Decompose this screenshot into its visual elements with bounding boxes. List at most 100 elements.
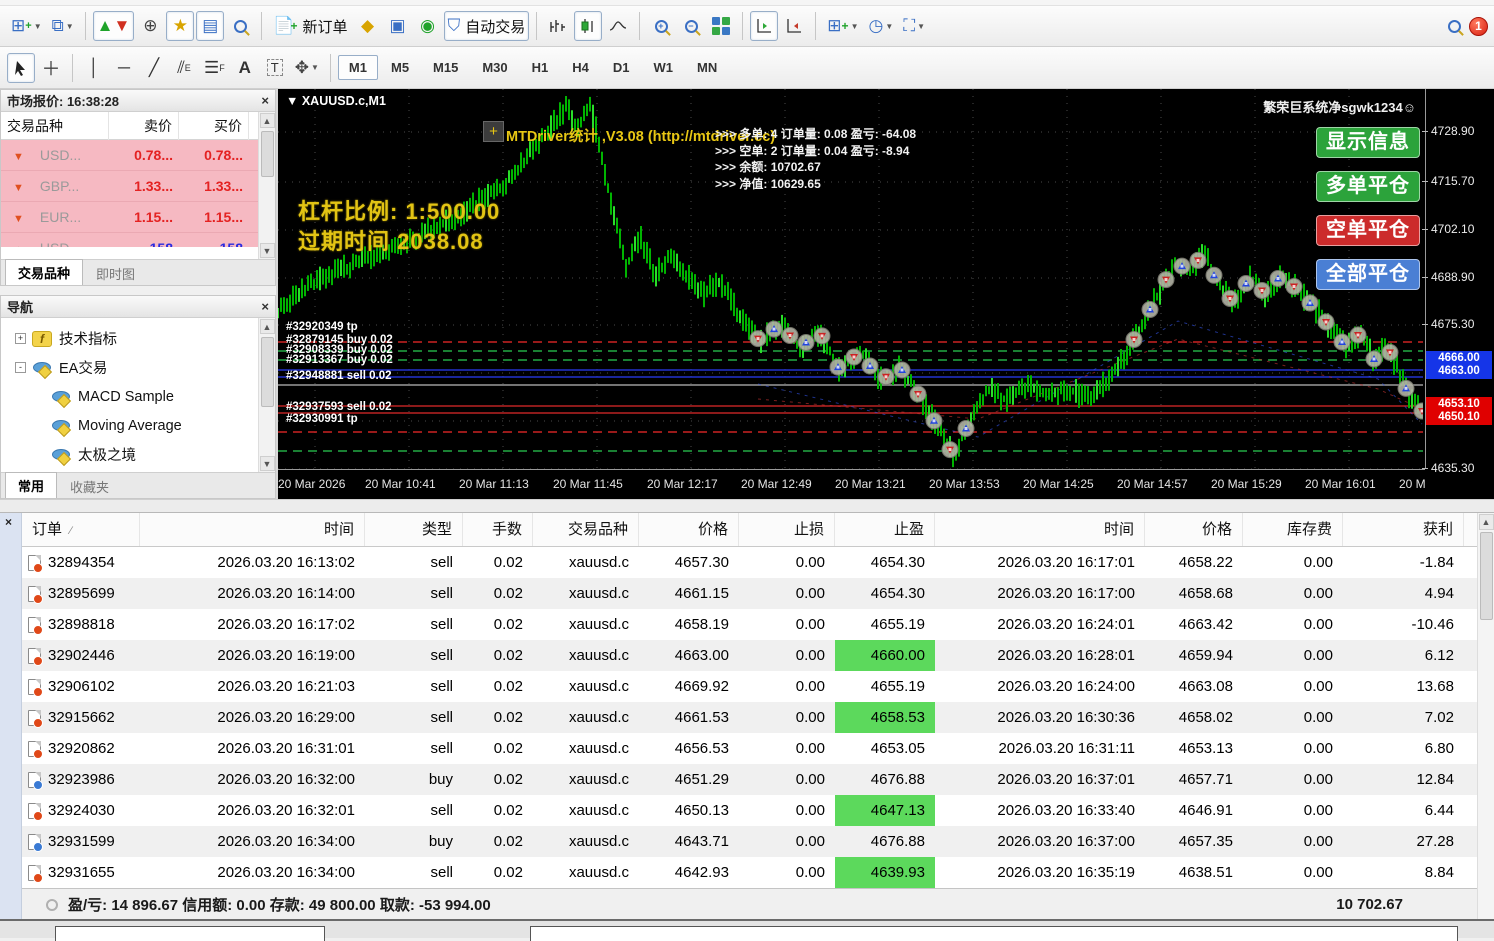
order-row-32924030[interactable]: 32924030 2026.03.20 16:32:01 sell 0.02 xauus…	[22, 795, 1477, 826]
column-symbol[interactable]: 交易品种	[1, 112, 109, 140]
zoom-in-button[interactable]: +	[647, 11, 675, 41]
zoom-out-button[interactable]: −	[677, 11, 705, 41]
ea-plus-icon[interactable]: +	[483, 121, 504, 142]
search-button[interactable]	[1440, 11, 1468, 41]
fibonacci-tool[interactable]: ☰ F	[200, 53, 229, 83]
chart-button-0[interactable]: 显示信息	[1316, 127, 1420, 158]
timeframe-mn[interactable]: MN	[686, 55, 728, 80]
scroll-down-icon[interactable]: ▼	[259, 243, 275, 258]
templates-button[interactable]: ⛶ ▼	[899, 11, 929, 41]
chart-window-xauusd-m1[interactable]: #32920349 tp #32879145 buy 0.02 #32908339 …	[278, 89, 1494, 499]
timeframe-h4[interactable]: H4	[561, 55, 600, 80]
market-watch-row[interactable]: ▲ USD... 158158	[1, 233, 258, 247]
scroll-thumb[interactable]	[260, 337, 274, 407]
scroll-up-icon[interactable]: ▲	[259, 113, 275, 128]
text-label-tool[interactable]: T	[261, 53, 289, 83]
collapse-icon[interactable]: -	[15, 362, 26, 373]
navigator-scrollbar[interactable]: ▲ ▼	[258, 318, 275, 472]
scroll-thumb[interactable]	[1479, 532, 1493, 620]
sort-indicator-icon[interactable]: ∕	[70, 525, 72, 537]
navigator-button[interactable]: ★	[166, 11, 195, 41]
timeframe-m30[interactable]: M30	[471, 55, 518, 80]
navigator-item-moving-average[interactable]: Moving Average	[1, 411, 258, 440]
order-row-32915662[interactable]: 32915662 2026.03.20 16:29:00 sell 0.02 xauus…	[22, 702, 1477, 733]
timeframe-m1[interactable]: M1	[337, 55, 378, 80]
chart-symbol-label[interactable]: ▼ XAUUSD.c,M1	[286, 94, 386, 108]
cursor-tool-button[interactable]	[7, 52, 35, 83]
metaeditor-button[interactable]: ◆	[354, 11, 382, 41]
order-row-32931655[interactable]: 32931655 2026.03.20 16:34:00 sell 0.02 xauus…	[22, 857, 1477, 888]
horizontal-line-tool[interactable]: ─	[110, 53, 138, 83]
orders-column-0[interactable]: 订单	[32, 521, 62, 538]
crosshair-tool-button[interactable]: ＋	[37, 53, 65, 83]
navigator-tab[interactable]: 常用	[5, 472, 58, 498]
market-watch-button[interactable]: ▲▼	[92, 11, 135, 41]
order-row-32894354[interactable]: 32894354 2026.03.20 16:13:02 sell 0.02 xauus…	[22, 547, 1477, 578]
timeframe-h1[interactable]: H1	[521, 55, 560, 80]
notifications-badge[interactable]: 1	[1469, 16, 1488, 36]
orders-column-5[interactable]: 价格	[698, 521, 728, 538]
new-order-button[interactable]: 📄 + 新订单	[269, 11, 351, 41]
terminal-button[interactable]: ▤	[196, 11, 225, 41]
orders-column-3[interactable]: 手数	[492, 521, 522, 538]
orders-scrollbar[interactable]: ▲	[1477, 513, 1494, 919]
arrows-tool[interactable]: ✥ ▼	[291, 53, 323, 83]
orders-column-2[interactable]: 类型	[422, 521, 452, 538]
timeframe-m15[interactable]: M15	[422, 55, 469, 80]
orders-column-11[interactable]: 获利	[1423, 521, 1453, 538]
navigator-item-技术指标[interactable]: + f 技术指标	[1, 324, 258, 353]
scroll-down-icon[interactable]: ▼	[259, 456, 275, 471]
scroll-up-icon[interactable]: ▲	[259, 319, 275, 334]
chart-button-1[interactable]: 多单平仓	[1316, 171, 1420, 202]
timeframe-w1[interactable]: W1	[643, 55, 685, 80]
orders-column-4[interactable]: 交易品种	[568, 521, 628, 538]
trendline-tool[interactable]: ╱	[140, 53, 168, 83]
tile-windows-button[interactable]	[707, 11, 735, 41]
bar-chart-button[interactable]	[544, 11, 572, 41]
orders-column-9[interactable]: 价格	[1202, 521, 1232, 538]
periods-button[interactable]: ◷ ▼	[864, 11, 897, 41]
chart-upload-button[interactable]: ▣	[384, 11, 412, 41]
market-watch-tab[interactable]: 即时图	[83, 260, 148, 285]
time-axis[interactable]: 20 Mar 2026 20 Mar 10:41 20 Mar 11:13 20 Ma…	[278, 469, 1425, 499]
timeframe-d1[interactable]: D1	[602, 55, 641, 80]
text-tool[interactable]: A	[231, 53, 259, 83]
chart-button-3[interactable]: 全部平仓	[1316, 259, 1420, 290]
strategy-tester-button[interactable]	[226, 11, 254, 41]
market-watch-row[interactable]: ▼ GBP... 1.33... 1.33...	[1, 171, 258, 202]
vertical-line-tool[interactable]: │	[80, 53, 108, 83]
orders-column-10[interactable]: 库存费	[1287, 521, 1332, 538]
panel-splitter[interactable]	[0, 286, 276, 295]
auto-scroll-button[interactable]	[750, 11, 779, 41]
order-row-32906102[interactable]: 32906102 2026.03.20 16:21:03 sell 0.02 xauus…	[22, 671, 1477, 702]
navigator-item-ea交易[interactable]: - EA交易	[1, 353, 258, 382]
order-row-32920862[interactable]: 32920862 2026.03.20 16:31:01 sell 0.02 xauus…	[22, 733, 1477, 764]
data-window-button[interactable]: ⊕	[136, 11, 164, 41]
close-icon[interactable]: ×	[261, 300, 269, 313]
navigator-item-太极之境[interactable]: 太极之境	[1, 440, 258, 469]
timeframe-m5[interactable]: M5	[380, 55, 420, 80]
candlestick-button[interactable]	[574, 11, 603, 41]
terminal-splitter[interactable]	[0, 499, 1494, 512]
orders-column-8[interactable]: 时间	[1104, 521, 1134, 538]
line-chart-button[interactable]	[604, 11, 632, 41]
navigator-tab[interactable]: 收藏夹	[57, 473, 122, 498]
new-chart-button[interactable]: ⊞ + ▼	[7, 11, 46, 41]
close-icon[interactable]: ×	[261, 94, 269, 107]
market-watch-tab[interactable]: 交易品种	[5, 259, 84, 285]
indicators-button[interactable]: ⊞ + ▼	[823, 11, 862, 41]
expand-icon[interactable]: +	[15, 333, 26, 344]
navigator-item-macd-sample[interactable]: MACD Sample	[1, 382, 258, 411]
order-row-32898818[interactable]: 32898818 2026.03.20 16:17:02 sell 0.02 xauus…	[22, 609, 1477, 640]
market-watch-scrollbar[interactable]: ▲ ▼	[258, 112, 275, 259]
autotrading-button[interactable]: ⛉ 自动交易	[443, 11, 530, 41]
order-row-32895699[interactable]: 32895699 2026.03.20 16:14:00 sell 0.02 xauus…	[22, 578, 1477, 609]
column-bid[interactable]: 卖价	[109, 112, 179, 140]
chart-button-2[interactable]: 空单平仓	[1316, 215, 1420, 246]
price-axis[interactable]: 4728.90 4715.70 4702.10 4688.90 4675.30 4635.…	[1421, 89, 1494, 475]
column-ask[interactable]: 买价	[179, 112, 249, 140]
scroll-up-icon[interactable]: ▲	[1478, 514, 1494, 530]
profiles-button[interactable]: ⧉ ▼	[48, 11, 78, 41]
orders-column-1[interactable]: 时间	[324, 521, 354, 538]
orders-column-7[interactable]: 止盈	[894, 521, 924, 538]
